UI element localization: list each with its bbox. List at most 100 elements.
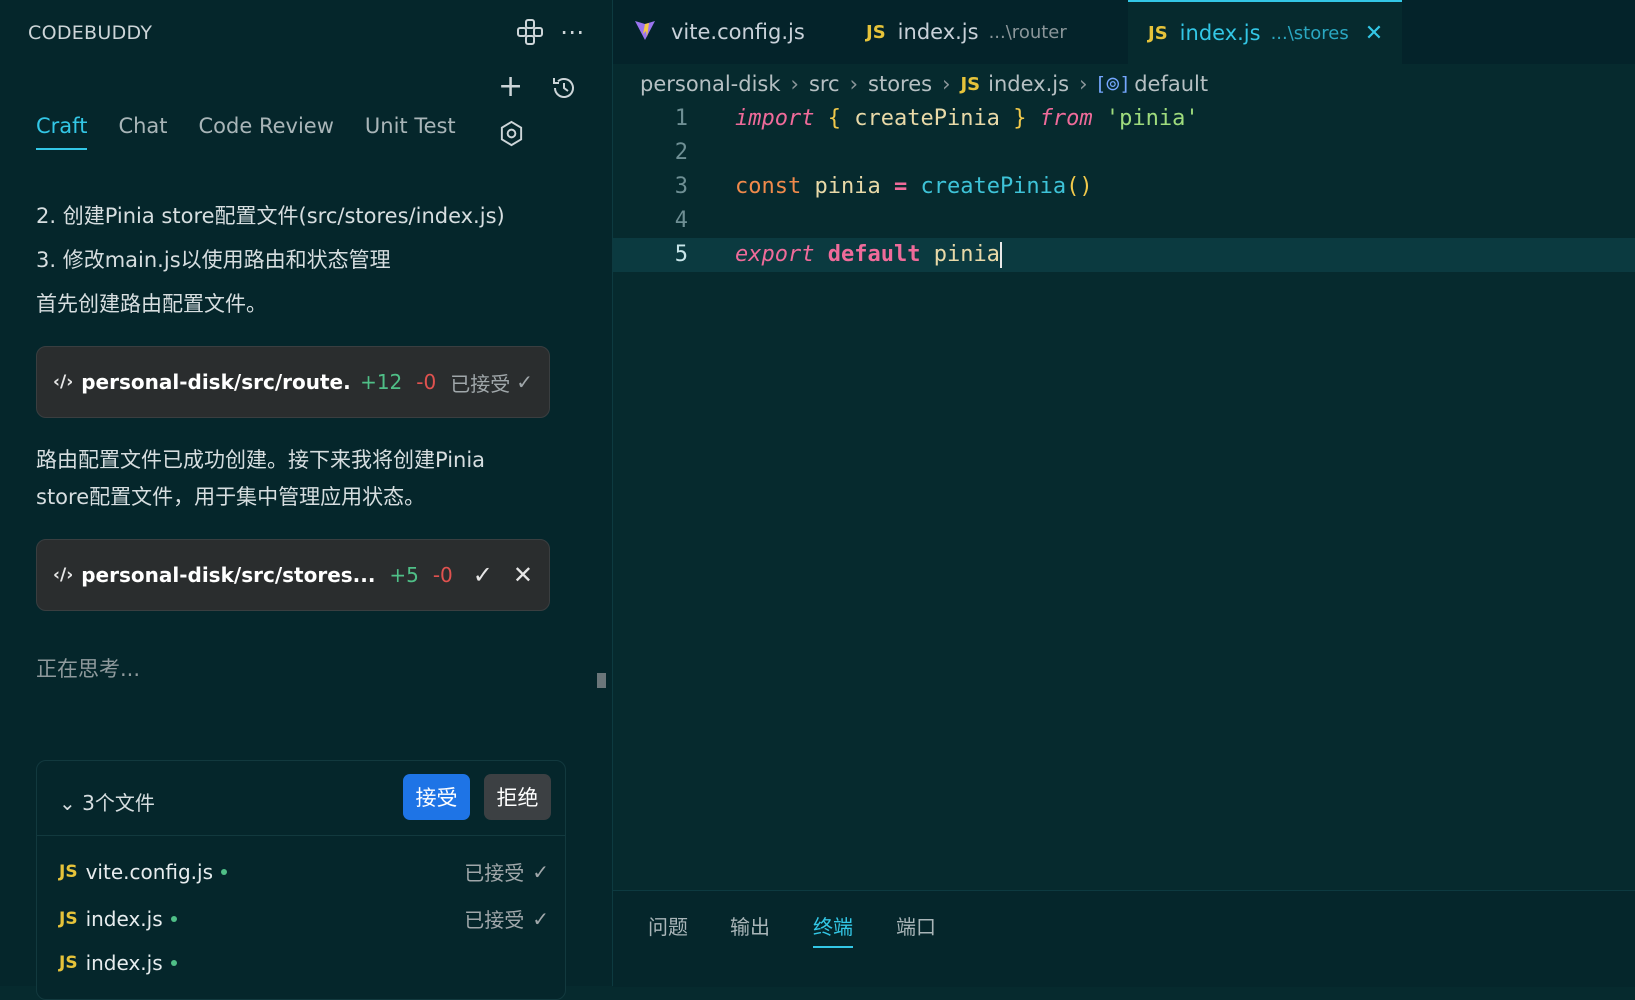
editor-tab-stores-index[interactable]: JS index.js ...\stores ✕ [1128, 0, 1402, 64]
symbol-variable-icon: [⊚] [1097, 73, 1129, 95]
reject-all-button[interactable]: 拒绝 [484, 774, 551, 820]
breadcrumb-item[interactable]: personal-disk [640, 72, 781, 96]
editor-tab-bar: vite.config.js JS index.js ...\router JS… [613, 0, 1635, 64]
lines-added: +5 [389, 563, 419, 587]
lines-removed: -0 [432, 563, 453, 587]
editor-tab-router-index[interactable]: JS index.js ...\router [846, 0, 1128, 64]
mode-tabs: Craft Chat Code Review Unit Test [36, 114, 487, 150]
line-number: 2 [674, 140, 688, 165]
js-file-icon: JS [866, 21, 886, 43]
history-icon[interactable] [550, 74, 578, 107]
code-text: import { createPinia } from 'pinia' [735, 106, 1199, 131]
files-header[interactable]: ⌄ 3个文件 [59, 787, 155, 816]
tab-code-review[interactable]: Code Review [199, 114, 334, 150]
tab-name: index.js [897, 20, 979, 44]
chevron-down-icon: ⌄ [59, 791, 76, 815]
breadcrumb-item[interactable]: src [809, 72, 840, 96]
diff-card-stores[interactable]: ‹/› personal-disk/src/stores... +5 -0 ✓ … [36, 539, 550, 611]
code-line-current: 5 export default pinia [613, 238, 1635, 272]
code-line: 2 [613, 136, 1635, 170]
divider [37, 835, 565, 836]
tab-chat[interactable]: Chat [118, 114, 167, 150]
message-line: 2. 创建Pinia store配置文件(src/stores/index.js… [36, 204, 505, 228]
diff-path: personal-disk/src/route... [81, 370, 353, 394]
line-number: 1 [674, 106, 688, 131]
file-row[interactable]: JS index.js 已接受 ✓ [59, 904, 549, 933]
tab-name: index.js [1179, 21, 1261, 45]
codebuddy-panel: CODEBUDDY ⋯ + Craft Chat Code Review Uni… [0, 0, 613, 1000]
files-count: 3个文件 [82, 791, 155, 815]
file-status: 已接受 [464, 861, 525, 885]
chevron-right-icon: › [1079, 72, 1088, 96]
tab-terminal[interactable]: 终端 [813, 911, 853, 948]
js-file-icon: JS [960, 73, 981, 95]
js-file-icon: JS [59, 953, 78, 973]
bottom-panel: 问题 输出 终端 端口 [613, 890, 1635, 987]
code-line: 1 import { createPinia } from 'pinia' [613, 102, 1635, 136]
scrollbar-thumb[interactable] [597, 673, 606, 688]
message-line: store配置文件，用于集中管理应用状态。 [36, 485, 426, 509]
panel-title: CODEBUDDY [28, 22, 153, 44]
tab-ports[interactable]: 端口 [896, 911, 936, 946]
tab-craft[interactable]: Craft [36, 114, 88, 150]
line-number: 5 [674, 242, 688, 267]
tab-path-hint: ...\router [988, 21, 1067, 43]
accept-all-button[interactable]: 接受 [403, 774, 470, 820]
file-row[interactable]: JS vite.config.js 已接受 ✓ [59, 857, 549, 886]
line-number: 3 [674, 174, 688, 199]
code-line: 4 [613, 204, 1635, 238]
reject-close-icon[interactable]: ✕ [513, 561, 533, 589]
file-name: vite.config.js [85, 859, 214, 884]
chevron-right-icon: › [849, 72, 859, 96]
message-line: 首先创建路由配置文件。 [36, 292, 267, 316]
diff-path: personal-disk/src/stores... [81, 563, 376, 587]
vite-logo-icon [633, 18, 657, 47]
tab-unit-test[interactable]: Unit Test [365, 114, 456, 150]
tab-output[interactable]: 输出 [730, 911, 770, 946]
code-line: 3 const pinia = createPinia() [613, 170, 1635, 204]
check-icon: ✓ [532, 859, 549, 884]
settings-icon[interactable] [498, 120, 525, 152]
check-icon: ✓ [532, 906, 549, 931]
accept-check-icon[interactable]: ✓ [473, 561, 493, 589]
agent-icon[interactable] [516, 18, 544, 51]
chevron-right-icon: › [942, 72, 951, 96]
line-number: 4 [674, 208, 688, 233]
editor-tab-vite-config[interactable]: vite.config.js [613, 0, 846, 64]
code-icon: ‹/› [53, 565, 74, 585]
modified-dot [170, 960, 177, 966]
message-line: 3. 修改main.js以使用路由和状态管理 [36, 248, 391, 272]
code-icon: ‹/› [53, 372, 74, 392]
file-status: 已接受 [464, 908, 525, 932]
close-tab-icon[interactable]: ✕ [1365, 21, 1383, 46]
thinking-status: 正在思考... [36, 657, 141, 681]
tab-problems[interactable]: 问题 [648, 911, 688, 946]
breadcrumb-item[interactable]: default [1134, 72, 1208, 96]
code-editor[interactable]: 1 import { createPinia } from 'pinia' 2 … [613, 102, 1635, 272]
js-file-icon: JS [1148, 22, 1168, 44]
tab-path-hint: ...\stores [1270, 22, 1349, 44]
breadcrumb-item[interactable]: index.js [988, 72, 1069, 96]
check-icon: ✓ [516, 370, 533, 394]
lines-added: +12 [360, 370, 403, 394]
file-name: index.js [85, 906, 163, 931]
file-name: index.js [85, 951, 163, 975]
file-row[interactable]: JS index.js [59, 951, 549, 975]
accepted-status: 已接受 [450, 371, 511, 396]
modified-dot [170, 915, 177, 922]
lines-removed: -0 [416, 370, 437, 394]
breadcrumb: personal-disk › src › stores › JS index.… [640, 72, 1208, 96]
new-chat-icon[interactable]: + [498, 72, 523, 102]
breadcrumb-item[interactable]: stores [868, 72, 932, 96]
modified-dot [221, 868, 228, 875]
js-file-icon: JS [59, 908, 78, 929]
text-cursor [999, 242, 1002, 268]
more-icon[interactable]: ⋯ [560, 20, 584, 44]
chevron-right-icon: › [790, 72, 799, 96]
code-text: const pinia = createPinia() [735, 174, 1093, 199]
diff-card-router[interactable]: ‹/› personal-disk/src/route... +12 -0 已接… [36, 346, 550, 418]
changed-files-panel: ⌄ 3个文件 接受 拒绝 JS vite.config.js 已接受 ✓ JS … [36, 760, 566, 1000]
js-file-icon: JS [59, 861, 78, 882]
code-text: export default pinia [735, 242, 1002, 268]
message-line: 路由配置文件已成功创建。接下来我将创建Pinia [36, 448, 486, 472]
